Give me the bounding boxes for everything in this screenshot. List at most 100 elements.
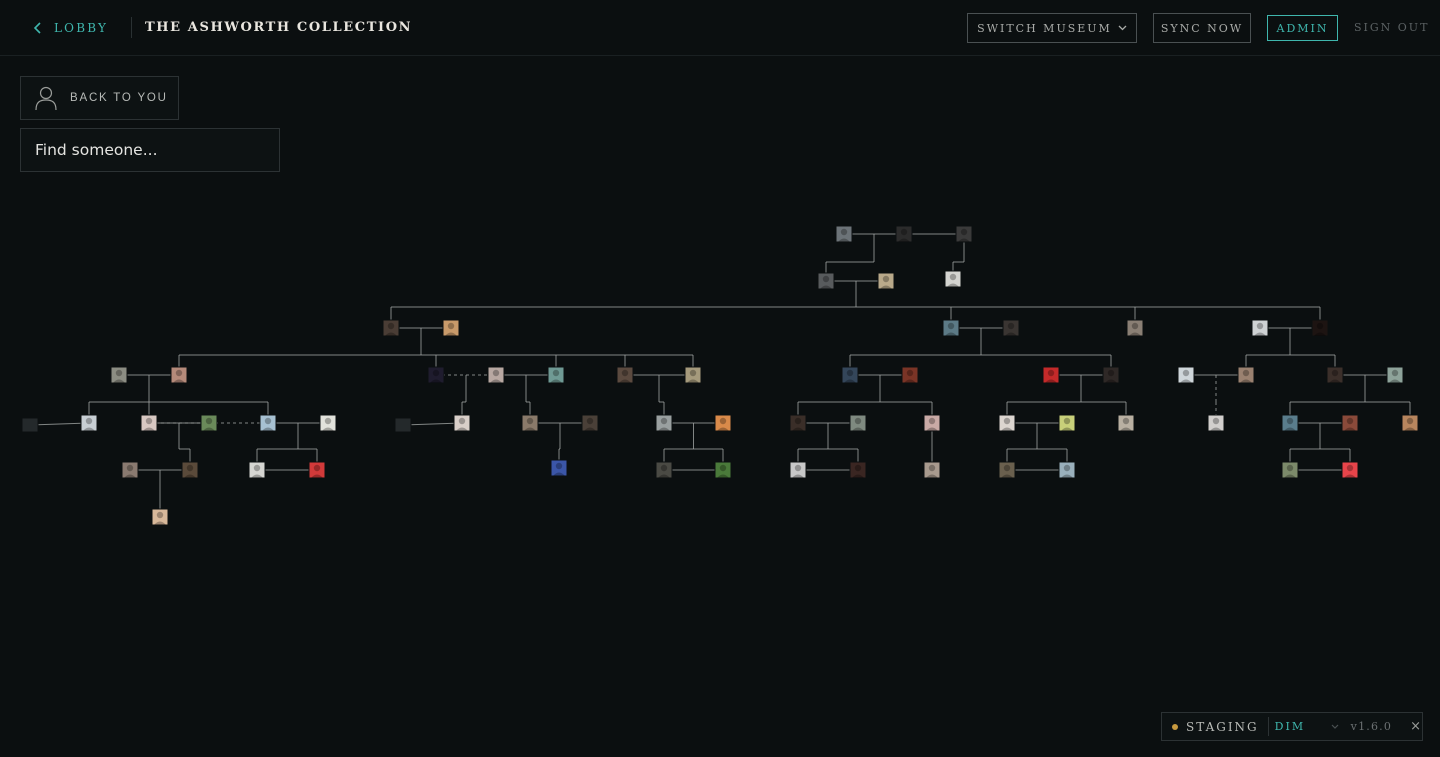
env-divider (1267, 717, 1269, 736)
person-node[interactable] (1117, 414, 1135, 432)
person-node[interactable] (849, 414, 867, 432)
portrait-head-shape (85, 417, 93, 425)
person-node[interactable] (1002, 319, 1020, 337)
person-node[interactable] (1311, 319, 1329, 337)
person-node[interactable] (1058, 461, 1076, 479)
person-node[interactable] (1281, 461, 1299, 479)
person-node[interactable] (319, 414, 337, 432)
portrait-head-shape (205, 417, 213, 425)
person-node[interactable] (181, 461, 199, 479)
person-node[interactable] (1058, 414, 1076, 432)
close-icon[interactable]: × (1410, 719, 1421, 734)
portrait-head-shape (447, 322, 455, 330)
person-node[interactable] (151, 508, 169, 526)
portrait-head-shape (689, 369, 697, 377)
person-node[interactable] (581, 414, 599, 432)
person-node[interactable] (849, 461, 867, 479)
person-node[interactable] (714, 461, 732, 479)
portrait-head-shape (156, 511, 164, 519)
portrait-head-shape (115, 369, 123, 377)
portrait-head-shape (1346, 417, 1354, 425)
person-node[interactable] (942, 319, 960, 337)
person-node[interactable] (789, 414, 807, 432)
person-node[interactable] (655, 414, 673, 432)
portrait-head-shape (175, 369, 183, 377)
person-node[interactable] (394, 417, 412, 433)
person-node[interactable] (1281, 414, 1299, 432)
person-node[interactable] (877, 272, 895, 290)
person-node[interactable] (895, 225, 913, 243)
portrait-head-shape (900, 228, 908, 236)
portrait-thumbnail[interactable] (394, 417, 412, 433)
person-node[interactable] (550, 459, 568, 477)
person-node[interactable] (140, 414, 158, 432)
person-node[interactable] (21, 417, 39, 433)
person-node[interactable] (1341, 461, 1359, 479)
version-label: v1.6.0 (1350, 720, 1393, 733)
person-node[interactable] (1341, 414, 1359, 432)
person-node[interactable] (998, 461, 1016, 479)
person-node[interactable] (80, 414, 98, 432)
person-node[interactable] (998, 414, 1016, 432)
tree-connector (402, 422, 463, 426)
person-node[interactable] (789, 461, 807, 479)
portrait-head-shape (492, 369, 500, 377)
portrait-head-shape (1406, 417, 1414, 425)
person-node[interactable] (200, 414, 218, 432)
person-node[interactable] (110, 366, 128, 384)
portrait-head-shape (660, 417, 668, 425)
portrait-head-shape (1316, 322, 1324, 330)
person-node[interactable] (547, 366, 565, 384)
person-node[interactable] (1251, 319, 1269, 337)
portrait-head-shape (1286, 464, 1294, 472)
portrait-head-shape (906, 369, 914, 377)
portrait-head-shape (621, 369, 629, 377)
person-node[interactable] (817, 272, 835, 290)
person-node[interactable] (1126, 319, 1144, 337)
person-node[interactable] (1237, 366, 1255, 384)
person-node[interactable] (1207, 414, 1225, 432)
portrait-head-shape (387, 322, 395, 330)
person-node[interactable] (1401, 414, 1419, 432)
person-node[interactable] (259, 414, 277, 432)
person-node[interactable] (521, 414, 539, 432)
person-node[interactable] (655, 461, 673, 479)
person-node[interactable] (453, 414, 471, 432)
person-node[interactable] (714, 414, 732, 432)
person-node[interactable] (121, 461, 139, 479)
person-node[interactable] (616, 366, 634, 384)
person-node[interactable] (944, 270, 962, 288)
person-node[interactable] (955, 225, 973, 243)
person-node[interactable] (308, 461, 326, 479)
portrait-head-shape (458, 417, 466, 425)
person-node[interactable] (841, 366, 859, 384)
chevron-down-icon[interactable] (1331, 724, 1339, 729)
portrait-head-shape (145, 417, 153, 425)
person-node[interactable] (487, 366, 505, 384)
person-node[interactable] (835, 225, 853, 243)
portrait-head-shape (253, 464, 261, 472)
person-node[interactable] (1326, 366, 1344, 384)
portrait-head-shape (313, 464, 321, 472)
person-node[interactable] (427, 366, 445, 384)
portrait-head-shape (928, 417, 936, 425)
person-node[interactable] (923, 414, 941, 432)
person-node[interactable] (1102, 366, 1120, 384)
portrait-head-shape (719, 417, 727, 425)
person-node[interactable] (684, 366, 702, 384)
person-node[interactable] (170, 366, 188, 384)
portrait-head-shape (928, 464, 936, 472)
person-node[interactable] (1386, 366, 1404, 384)
person-node[interactable] (442, 319, 460, 337)
portrait-head-shape (1003, 464, 1011, 472)
portrait-head-shape (660, 464, 668, 472)
person-node[interactable] (1042, 366, 1060, 384)
portrait-thumbnail[interactable] (21, 417, 39, 433)
person-node[interactable] (923, 461, 941, 479)
person-node[interactable] (248, 461, 266, 479)
mode-select[interactable]: DIM (1275, 720, 1331, 733)
person-node[interactable] (901, 366, 919, 384)
person-node[interactable] (382, 319, 400, 337)
person-node[interactable] (1177, 366, 1195, 384)
portrait-head-shape (947, 322, 955, 330)
